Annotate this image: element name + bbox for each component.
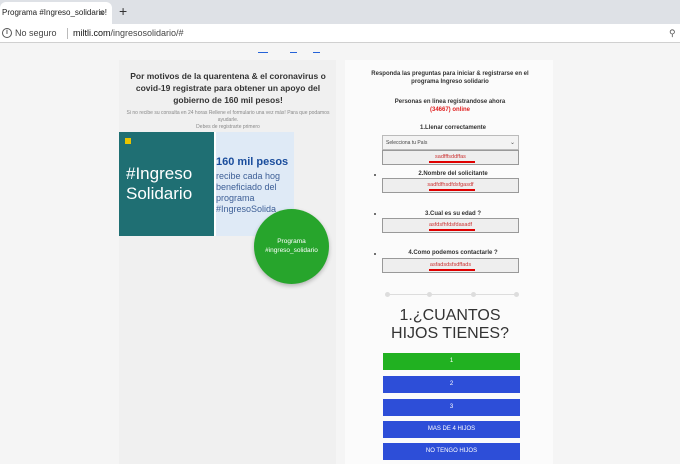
circle-line-1: Programa [277, 238, 306, 245]
info-icon[interactable]: i [2, 28, 12, 38]
promo-heading: Por motivos de la quarentena & el corona… [130, 71, 326, 105]
browser-tab[interactable]: Programa #Ingreso_solidario! × [0, 2, 112, 24]
chevron-down-icon: ⌄ [509, 140, 515, 146]
answer-button-4-plus[interactable]: MAS DE 4 HIJOS [383, 421, 520, 438]
progress-dot [385, 292, 390, 297]
question-4-label: 4.Como podemos contactarle ? [408, 250, 498, 256]
program-circle-button[interactable]: Programa #ingreso_solidario [254, 209, 329, 284]
online-suffix: online [452, 107, 471, 113]
question-1-label: 1.Llenar correctamente [419, 125, 487, 131]
red-underline [429, 269, 475, 271]
question-2-label: 2.Nombre del solicitante [418, 171, 488, 177]
progress-dot [427, 292, 432, 297]
hashtag-line-1: #Ingreso [126, 164, 193, 183]
decorative-line [258, 52, 268, 53]
online-count: (34667) [429, 107, 451, 113]
security-label[interactable]: No seguro [15, 28, 57, 38]
progress-dot [514, 292, 519, 297]
tab-title: Programa #Ingreso_solidario! [2, 8, 107, 17]
government-logo-icon [125, 138, 133, 144]
banner-line-1: recibe cada hog [216, 171, 281, 181]
banner-left: #Ingreso Solidario [119, 132, 214, 236]
children-question-line-2: HIJOS TIENES? [391, 325, 509, 342]
red-underline [429, 189, 475, 191]
bullet [374, 174, 376, 176]
close-icon[interactable]: × [99, 8, 104, 18]
children-question: 1.¿CUANTOS HIJOS TIENES? [357, 307, 543, 343]
decorative-line [313, 52, 320, 53]
answer-button-3[interactable]: 3 [383, 399, 520, 416]
address-bar[interactable]: i No seguro miltli.com/ingresosolidario/… [0, 24, 680, 43]
promo-subtext: Si no recibe su consulta en 24 horas Rel… [126, 110, 330, 123]
banner-text: recibe cada hog beneficiado del programa… [216, 171, 280, 215]
divider [67, 28, 68, 39]
form-heading: Responda las preguntas para iniciar & re… [371, 71, 529, 85]
children-question-line-1: 1.¿CUANTOS [399, 307, 501, 324]
hashtag-line-2: Solidario [126, 184, 193, 203]
new-tab-icon[interactable]: + [119, 3, 127, 19]
country-select-value: Selecciona tu País [386, 140, 428, 146]
url-domain: miltli.com [73, 28, 111, 38]
url-path: /ingresosolidario/# [110, 28, 184, 38]
circle-line-2: #ingreso_solidario [265, 247, 318, 254]
online-counter: Personas en linea registrandose ahora (3… [359, 98, 541, 114]
promo-subtext-2: Debes de registrarte primero [196, 124, 260, 130]
red-underline [429, 229, 475, 231]
answer-button-none[interactable]: NO TENGO HIJOS [383, 443, 520, 460]
url-text[interactable]: miltli.com/ingresosolidario/# [73, 28, 184, 38]
decorative-line [290, 52, 297, 53]
red-underline [429, 161, 475, 163]
progress-dot [471, 292, 476, 297]
tab-bar: Programa #Ingreso_solidario! × + [0, 0, 680, 24]
registration-panel: Responda las preguntas para iniciar & re… [345, 60, 553, 464]
banner-line-4: #IngresoSolida [216, 204, 277, 214]
banner-line-3: programa [216, 193, 255, 203]
online-prefix: Personas en linea registrandose ahora [394, 99, 506, 105]
bullet [374, 213, 376, 215]
country-select[interactable]: Selecciona tu País ⌄ [382, 135, 519, 150]
bullet [374, 253, 376, 255]
banner-line-2: beneficiado del [216, 182, 277, 192]
answer-button-2[interactable]: 2 [383, 376, 520, 393]
question-3-label: 3.Cual es su edad ? [424, 211, 482, 217]
progress-line [386, 294, 518, 295]
answer-button-1[interactable]: 1 [383, 353, 520, 370]
banner-hashtag: #Ingreso Solidario [126, 164, 192, 204]
banner-title: 160 mil pesos [216, 156, 289, 168]
zoom-icon[interactable]: ⚲ [669, 28, 676, 39]
